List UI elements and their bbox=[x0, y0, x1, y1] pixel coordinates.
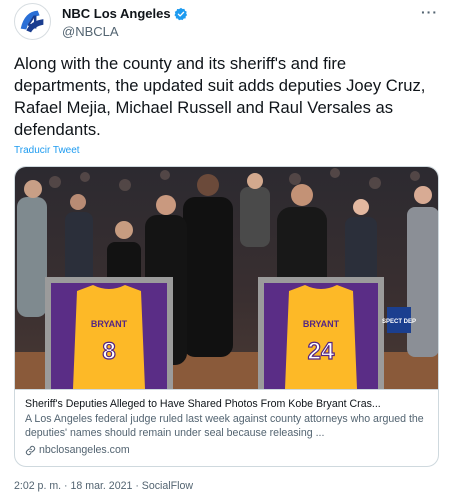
svg-text:BRYANT: BRYANT bbox=[91, 319, 128, 329]
card-domain[interactable]: nbclosangeles.com bbox=[25, 443, 430, 457]
card-domain-text[interactable]: nbclosangeles.com bbox=[39, 443, 130, 457]
nbc-logo-icon: 4 bbox=[16, 5, 49, 38]
tweet-text: Along with the county and its sheriff's … bbox=[14, 54, 426, 139]
card-title[interactable]: Sheriff's Deputies Alleged to Have Share… bbox=[25, 397, 430, 411]
svg-text:24: 24 bbox=[308, 338, 335, 365]
svg-text:4: 4 bbox=[28, 13, 39, 34]
card-body[interactable]: Sheriff's Deputies Alleged to Have Share… bbox=[15, 389, 438, 466]
tweet-date[interactable]: 18 mar. 2021 bbox=[71, 480, 133, 492]
tweet-time[interactable]: 2:02 p. m. bbox=[14, 480, 61, 492]
author-display-name[interactable]: NBC Los Angeles bbox=[62, 6, 171, 21]
svg-text:8: 8 bbox=[102, 338, 115, 365]
meta-separator: · bbox=[61, 480, 71, 492]
svg-text:BRYANT: BRYANT bbox=[303, 319, 340, 329]
author-name-row[interactable]: NBC Los Angeles bbox=[62, 6, 188, 21]
card-description: A Los Angeles federal judge ruled last w… bbox=[25, 413, 424, 439]
card-image[interactable]: BRYANT 8 BRYANT 24 SPECT DEP bbox=[15, 167, 439, 389]
link-icon bbox=[25, 445, 36, 455]
author-handle[interactable]: @NBCLA bbox=[62, 24, 119, 39]
jersey-frame-left: BRYANT 8 bbox=[45, 277, 173, 389]
link-preview-card[interactable]: BRYANT 8 BRYANT 24 SPECT DEP Sheriff's D… bbox=[14, 166, 439, 467]
jersey-frame-right: BRYANT 24 bbox=[258, 277, 384, 389]
svg-text:SPECT DEP: SPECT DEP bbox=[382, 319, 416, 325]
account-avatar[interactable]: 4 bbox=[14, 3, 51, 40]
meta-separator-2: · bbox=[132, 480, 142, 492]
verified-badge-icon bbox=[174, 7, 187, 20]
translate-tweet-link[interactable]: Traducir Tweet bbox=[14, 145, 80, 156]
tweet-source[interactable]: SocialFlow bbox=[142, 480, 193, 492]
more-options-icon[interactable]: ··· bbox=[421, 4, 438, 20]
tweet-metadata: 2:02 p. m. · 18 mar. 2021 · SocialFlow bbox=[14, 480, 193, 492]
